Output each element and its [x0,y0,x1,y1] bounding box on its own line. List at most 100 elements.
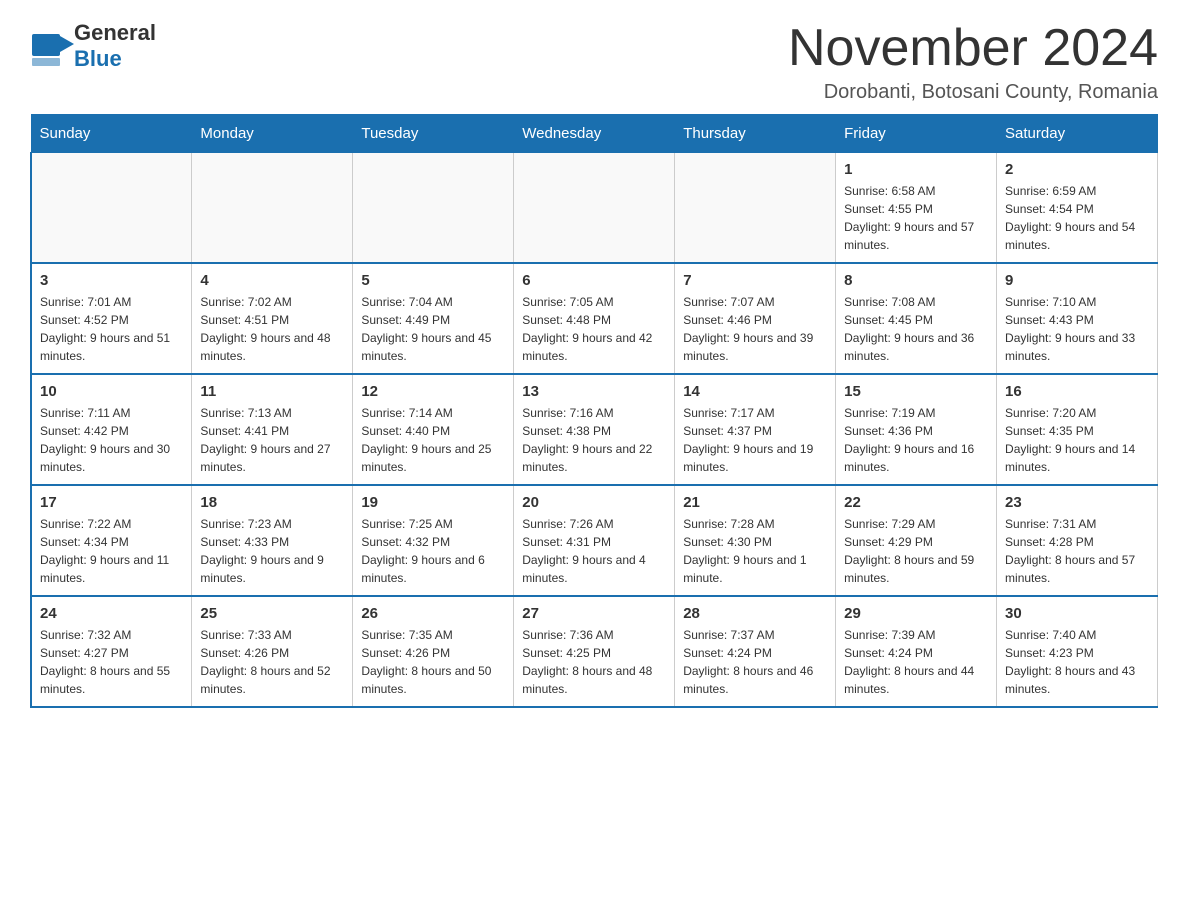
calendar-cell: 4Sunrise: 7:02 AMSunset: 4:51 PMDaylight… [192,263,353,374]
day-number: 22 [844,494,988,511]
calendar-cell [514,153,675,264]
day-number: 30 [1005,605,1149,622]
week-row-2: 3 Sunrise: 7:01 AMSunset: 4:52 PMDaylight… [31,263,1158,374]
calendar-cell: 1 Sunrise: 6:58 AMSunset: 4:55 PMDaylight… [836,153,997,264]
day-info: Sunrise: 7:16 AMSunset: 4:38 PMDaylight:… [522,404,666,476]
day-number: 18 [200,494,344,511]
day-info: Sunrise: 7:29 AMSunset: 4:29 PMDaylight:… [844,515,988,587]
day-info: Sunrise: 7:10 AMSunset: 4:43 PMDaylight:… [1005,293,1149,365]
day-info: Sunrise: 7:32 AMSunset: 4:27 PMDaylight:… [40,626,183,698]
calendar-title: November 2024 [788,20,1158,77]
day-info: Sunrise: 7:08 AMSunset: 4:45 PMDaylight:… [844,293,988,365]
day-info: Sunrise: 7:07 AMSunset: 4:46 PMDaylight:… [683,293,827,365]
day-info: Sunrise: 7:13 AMSunset: 4:41 PMDaylight:… [200,404,344,476]
day-number: 1 [844,161,988,178]
day-number: 2 [1005,161,1149,178]
day-info: Sunrise: 7:33 AMSunset: 4:26 PMDaylight:… [200,626,344,698]
day-header-monday: Monday [192,115,353,153]
calendar-cell: 5 Sunrise: 7:04 AMSunset: 4:49 PMDaylight… [353,263,514,374]
day-info: Sunrise: 7:20 AMSunset: 4:35 PMDaylight:… [1005,404,1149,476]
calendar-cell [675,153,836,264]
day-info: Sunrise: 7:26 AMSunset: 4:31 PMDaylight:… [522,515,666,587]
calendar-cell: 19Sunrise: 7:25 AMSunset: 4:32 PMDayligh… [353,485,514,596]
day-header-saturday: Saturday [997,115,1158,153]
day-info: Sunrise: 6:58 AMSunset: 4:55 PMDaylight:… [844,182,988,254]
day-info: Sunrise: 7:17 AMSunset: 4:37 PMDaylight:… [683,404,827,476]
calendar-cell: 27 Sunrise: 7:36 AMSunset: 4:25 PMDayligh… [514,596,675,707]
calendar-cell: 14 Sunrise: 7:17 AMSunset: 4:37 PMDayligh… [675,374,836,485]
calendar-cell: 7Sunrise: 7:07 AMSunset: 4:46 PMDaylight… [675,263,836,374]
day-info: Sunrise: 7:14 AMSunset: 4:40 PMDaylight:… [361,404,505,476]
day-number: 14 [683,383,827,400]
day-header-wednesday: Wednesday [514,115,675,153]
day-info: Sunrise: 7:36 AMSunset: 4:25 PMDaylight:… [522,626,666,698]
day-number: 5 [361,272,505,289]
day-number: 17 [40,494,183,511]
day-number: 27 [522,605,666,622]
day-number: 11 [200,383,344,400]
logo-icon [30,26,70,66]
calendar-cell: 15Sunrise: 7:19 AMSunset: 4:36 PMDayligh… [836,374,997,485]
day-number: 3 [40,272,183,289]
calendar-cell: 3 Sunrise: 7:01 AMSunset: 4:52 PMDaylight… [31,263,192,374]
calendar-subtitle: Dorobanti, Botosani County, Romania [788,81,1158,104]
day-number: 8 [844,272,988,289]
day-info: Sunrise: 7:37 AMSunset: 4:24 PMDaylight:… [683,626,827,698]
day-number: 15 [844,383,988,400]
calendar-table: SundayMondayTuesdayWednesdayThursdayFrid… [30,114,1158,708]
day-info: Sunrise: 7:05 AMSunset: 4:48 PMDaylight:… [522,293,666,365]
calendar-cell: 13Sunrise: 7:16 AMSunset: 4:38 PMDayligh… [514,374,675,485]
week-row-5: 24 Sunrise: 7:32 AMSunset: 4:27 PMDayligh… [31,596,1158,707]
day-info: Sunrise: 7:11 AMSunset: 4:42 PMDaylight:… [40,404,183,476]
calendar-cell: 24 Sunrise: 7:32 AMSunset: 4:27 PMDayligh… [31,596,192,707]
day-info: Sunrise: 7:02 AMSunset: 4:51 PMDaylight:… [200,293,344,365]
week-row-4: 17 Sunrise: 7:22 AMSunset: 4:34 PMDayligh… [31,485,1158,596]
day-number: 21 [683,494,827,511]
calendar-cell: 18 Sunrise: 7:23 AMSunset: 4:33 PMDayligh… [192,485,353,596]
day-number: 25 [200,605,344,622]
calendar-cell: 2 Sunrise: 6:59 AMSunset: 4:54 PMDaylight… [997,153,1158,264]
day-number: 9 [1005,272,1149,289]
calendar-cell: 26 Sunrise: 7:35 AMSunset: 4:26 PMDayligh… [353,596,514,707]
day-info: Sunrise: 7:04 AMSunset: 4:49 PMDaylight:… [361,293,505,365]
calendar-cell: 20 Sunrise: 7:26 AMSunset: 4:31 PMDayligh… [514,485,675,596]
day-info: Sunrise: 6:59 AMSunset: 4:54 PMDaylight:… [1005,182,1149,254]
calendar-header: SundayMondayTuesdayWednesdayThursdayFrid… [31,115,1158,153]
day-info: Sunrise: 7:35 AMSunset: 4:26 PMDaylight:… [361,626,505,698]
day-info: Sunrise: 7:28 AMSunset: 4:30 PMDaylight:… [683,515,827,587]
day-header-sunday: Sunday [31,115,192,153]
calendar-cell: 17 Sunrise: 7:22 AMSunset: 4:34 PMDayligh… [31,485,192,596]
calendar-cell: 12 Sunrise: 7:14 AMSunset: 4:40 PMDayligh… [353,374,514,485]
calendar-cell: 21 Sunrise: 7:28 AMSunset: 4:30 PMDayligh… [675,485,836,596]
calendar-cell: 30 Sunrise: 7:40 AMSunset: 4:23 PMDayligh… [997,596,1158,707]
day-info: Sunrise: 7:22 AMSunset: 4:34 PMDaylight:… [40,515,183,587]
day-number: 16 [1005,383,1149,400]
day-number: 6 [522,272,666,289]
calendar-cell: 9 Sunrise: 7:10 AMSunset: 4:43 PMDaylight… [997,263,1158,374]
day-number: 26 [361,605,505,622]
day-number: 12 [361,383,505,400]
day-info: Sunrise: 7:01 AMSunset: 4:52 PMDaylight:… [40,293,183,365]
day-info: Sunrise: 7:40 AMSunset: 4:23 PMDaylight:… [1005,626,1149,698]
title-block: November 2024 Dorobanti, Botosani County… [788,20,1158,104]
week-row-1: 1 Sunrise: 6:58 AMSunset: 4:55 PMDaylight… [31,153,1158,264]
calendar-cell: 25 Sunrise: 7:33 AMSunset: 4:26 PMDayligh… [192,596,353,707]
day-number: 20 [522,494,666,511]
day-number: 19 [361,494,505,511]
day-header-friday: Friday [836,115,997,153]
calendar-cell: 23Sunrise: 7:31 AMSunset: 4:28 PMDayligh… [997,485,1158,596]
calendar-cell [31,153,192,264]
day-number: 24 [40,605,183,622]
week-row-3: 10Sunrise: 7:11 AMSunset: 4:42 PMDayligh… [31,374,1158,485]
day-number: 28 [683,605,827,622]
calendar-cell [353,153,514,264]
calendar-cell: 8 Sunrise: 7:08 AMSunset: 4:45 PMDaylight… [836,263,997,374]
calendar-cell: 28 Sunrise: 7:37 AMSunset: 4:24 PMDayligh… [675,596,836,707]
day-info: Sunrise: 7:23 AMSunset: 4:33 PMDaylight:… [200,515,344,587]
calendar-cell: 6 Sunrise: 7:05 AMSunset: 4:48 PMDaylight… [514,263,675,374]
calendar-cell: 22 Sunrise: 7:29 AMSunset: 4:29 PMDayligh… [836,485,997,596]
day-header-thursday: Thursday [675,115,836,153]
day-info: Sunrise: 7:39 AMSunset: 4:24 PMDaylight:… [844,626,988,698]
calendar-cell: 16 Sunrise: 7:20 AMSunset: 4:35 PMDayligh… [997,374,1158,485]
logo: General Blue [30,20,156,72]
